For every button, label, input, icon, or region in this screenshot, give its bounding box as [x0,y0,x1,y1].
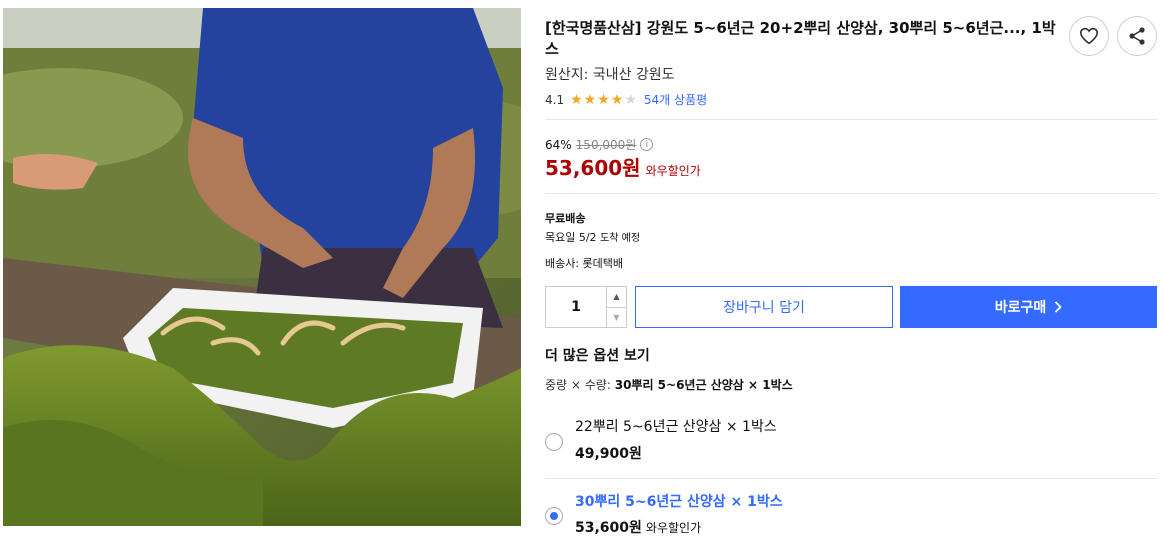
option-summary-value: 30뿌리 5~6년근 산양삼 × 1박스 [614,378,793,392]
more-options-title: 더 많은 옵션 보기 [545,348,650,364]
quantity-arrows: ▲ ▼ [606,287,626,327]
quantity-stepper: ▲ ▼ [545,286,627,328]
price-meta: 64% 150,000원 i [545,136,654,153]
option-price-tag: 와우할인가 [645,521,702,535]
share-icon [1129,27,1145,45]
option-price: 53,600원 와우할인가 [575,517,701,537]
chevron-right-icon [1055,301,1063,313]
option-price-value: 49,900원 [575,446,642,462]
discount-rate: 64% [545,137,572,152]
option-item[interactable]: 22뿌리 5~6년근 산양삼 × 1박스 49,900원 [545,406,1157,476]
product-info-panel: [한국명품산삼] 강원도 5~6년근 20+2뿌리 산양삼, 30뿌리 5~6년… [545,0,1157,558]
product-title: [한국명품산삼] 강원도 5~6년근 20+2뿌리 산양삼, 30뿌리 5~6년… [545,19,1056,58]
arrival-date-value: 목요일 5/2 [545,231,597,244]
selected-option-summary: 중량 × 수량: 30뿌리 5~6년근 산양삼 × 1박스 [545,376,793,393]
buy-now-button[interactable]: 바로구매 [900,286,1157,328]
option-price: 49,900원 [575,443,642,463]
rating-stars: ★ ★ ★ ★ ★ [570,93,637,107]
quantity-increase-button[interactable]: ▲ [607,287,626,307]
rating-value: 4.1 [545,92,565,107]
buy-now-label: 바로구매 [994,300,1047,316]
divider [545,478,1157,479]
star-icon: ★ [610,91,624,108]
wishlist-button[interactable] [1069,16,1109,56]
sale-price: 53,600원 [545,156,641,180]
add-to-cart-button[interactable]: 장바구니 담기 [635,286,893,328]
review-count-link[interactable]: 54개 상품평 [644,91,707,108]
carrier-text: 배송사: 롯데택배 [545,257,624,270]
arrival-date-suffix: 도착 예정 [600,233,641,244]
option-summary-label: 중량 × 수량: [545,378,611,392]
info-icon[interactable]: i [640,138,654,151]
quantity-decrease-button[interactable]: ▼ [607,306,626,328]
star-icon: ★ [624,91,637,108]
product-image[interactable] [3,8,521,526]
star-icon: ★ [597,91,610,108]
quantity-input[interactable] [546,287,606,327]
option-radio[interactable] [545,433,563,451]
free-shipping-label: 무료배송 [545,212,586,225]
option-name: 22뿌리 5~6년근 산양삼 × 1박스 [575,419,777,435]
wow-discount-label: 와우할인가 [645,164,701,178]
arrival-date: 목요일 5/2 도착 예정 [545,229,640,245]
star-icon: ★ [583,91,597,108]
option-item-selected[interactable]: 30뿌리 5~6년근 산양삼 × 1박스 53,600원 와우할인가 [545,484,1157,558]
product-photo-illustration [3,8,521,526]
divider [545,193,1157,194]
origin-text: 원산지: 국내산 강원도 [545,67,675,83]
original-price: 150,000원 [575,138,637,152]
share-button[interactable] [1117,16,1157,56]
option-price-value: 53,600원 [575,520,642,536]
heart-icon [1079,27,1099,45]
option-radio-selected[interactable] [545,507,563,525]
option-name: 30뿌리 5~6년근 산양삼 × 1박스 [575,494,783,510]
rating-row: 4.1 ★ ★ ★ ★ ★ 54개 상품평 [545,91,707,108]
sale-price-row: 53,600원 와우할인가 [545,152,701,181]
star-icon: ★ [570,91,583,108]
divider [545,119,1157,120]
